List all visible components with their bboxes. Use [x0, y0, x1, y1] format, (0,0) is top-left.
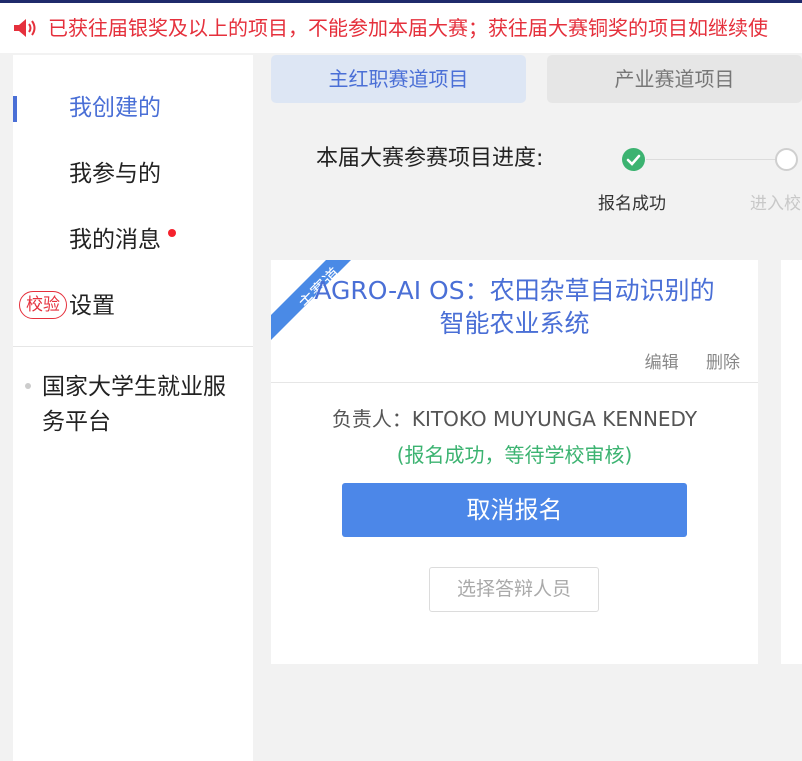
sidebar-item-label: 我创建的 [69, 95, 161, 121]
project-status: (报名成功，等待学校审核) [396, 443, 633, 467]
check-icon [626, 154, 641, 166]
project-card: 主赛道 AGRO-AI OS：农田杂草自动识别的智能农业系统 编辑 删除 负责人… [271, 260, 758, 664]
sidebar-item-messages[interactable]: 我的消息 [13, 215, 253, 265]
delete-button[interactable]: 删除 [706, 353, 740, 373]
sidebar-item-label: 设置 [69, 293, 115, 319]
edit-button[interactable]: 编辑 [645, 353, 679, 373]
step-done-icon [622, 148, 645, 171]
step-pending-icon [775, 148, 798, 171]
sidebar-item-settings[interactable]: 校验 设置 [13, 281, 253, 331]
sidebar: 我创建的 我参与的 我的消息 校验 设置 国家大学生就业服务平台 [13, 55, 253, 761]
select-defense-members-button[interactable]: 选择答辩人员 [429, 567, 599, 612]
bullet-dot [25, 383, 31, 389]
project-owner: 负责人：KITOKO MUYUNGA KENNEDY [331, 407, 698, 431]
verify-badge: 校验 [19, 291, 67, 319]
notification-dot [168, 229, 176, 237]
notice-banner: 已获往届银奖及以上的项目，不能参加本届大赛；获往届大赛铜奖的项目如继续使 [0, 3, 802, 53]
notice-text: 已获往届银奖及以上的项目，不能参加本届大赛；获往届大赛铜奖的项目如继续使 [48, 16, 768, 40]
sidebar-link-label: 国家大学生就业服务平台 [42, 374, 226, 435]
sidebar-item-participated[interactable]: 我参与的 [13, 149, 253, 199]
step-label-registered: 报名成功 [598, 194, 666, 214]
sidebar-item-created[interactable]: 我创建的 [13, 83, 253, 133]
project-title: AGRO-AI OS：农田杂草自动识别的智能农业系统 [314, 276, 715, 338]
sidebar-divider [13, 346, 253, 347]
sidebar-item-label: 我的消息 [69, 227, 161, 253]
project-card-partial [781, 260, 802, 664]
tab-main-track[interactable]: 主红职赛道项目 [271, 55, 526, 103]
progress-label: 本届大赛参赛项目进度: [316, 146, 544, 171]
step-connector [646, 159, 776, 160]
tab-industry-track[interactable]: 产业赛道项目 [547, 55, 802, 103]
active-indicator [13, 96, 17, 122]
card-divider [271, 382, 758, 383]
card-actions: 编辑 删除 [623, 348, 740, 373]
speaker-icon [14, 19, 36, 37]
cancel-registration-button[interactable]: 取消报名 [342, 483, 687, 537]
step-label-school: 进入校 [750, 194, 801, 214]
sidebar-item-label: 我参与的 [69, 161, 161, 187]
sidebar-link-employment-platform[interactable]: 国家大学生就业服务平台 [13, 370, 253, 442]
